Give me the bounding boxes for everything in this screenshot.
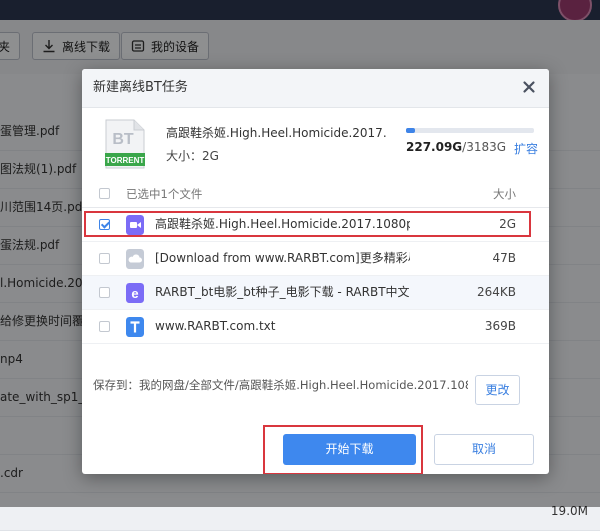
start-button-highlight	[263, 425, 423, 474]
new-bt-task-dialog: 新建离线BT任务 BT TORRENT 高跟鞋杀姬.High.Heel.Homi…	[82, 69, 549, 474]
file-size: 264KB	[476, 285, 516, 299]
file-checkbox[interactable]	[99, 321, 110, 332]
file-list-header: 已选中1个文件 大小	[82, 181, 549, 208]
svg-text:BT: BT	[112, 131, 134, 148]
quota-total: /3183G	[462, 140, 507, 154]
dialog-title: 新建离线BT任务	[93, 80, 188, 95]
selected-file-highlight	[84, 211, 531, 237]
cloud-file-icon	[126, 249, 144, 269]
task-info: BT TORRENT 高跟鞋杀姬.High.Heel.Homicide.2017…	[82, 107, 549, 181]
task-name: 高跟鞋杀姬.High.Heel.Homicide.2017.1080...	[166, 126, 386, 140]
torrent-file-icon: BT TORRENT	[105, 119, 145, 169]
storage-quota-text: 227.09G/3183G	[406, 140, 506, 154]
storage-quota-bar	[406, 128, 534, 133]
svg-text:TORRENT: TORRENT	[106, 156, 145, 165]
task-size: 大小：2G	[166, 149, 219, 163]
change-path-button[interactable]: 更改	[475, 375, 520, 405]
text-file-icon	[126, 317, 144, 337]
file-row[interactable]: e RARBT_bt电影_bt种子_电影下载 - RARBT中文字幕电... 2…	[82, 276, 549, 310]
quota-used: 227.09G	[406, 140, 463, 154]
size-column-header: 大小	[493, 187, 516, 201]
cancel-button[interactable]: 取消	[434, 434, 534, 465]
file-row[interactable]: www.RARBT.com.txt 369B	[82, 310, 549, 344]
close-icon[interactable]	[521, 79, 537, 95]
browser-link-icon: e	[126, 283, 144, 303]
dialog-header: 新建离线BT任务	[82, 69, 549, 108]
file-name: [Download from www.RARBT.com]更多精彩尽在w...	[155, 251, 410, 265]
file-name: www.RARBT.com.txt	[155, 319, 276, 333]
expand-storage-link[interactable]: 扩容	[514, 140, 538, 157]
svg-text:e: e	[131, 286, 138, 301]
select-all-checkbox[interactable]	[99, 188, 110, 199]
file-checkbox[interactable]	[99, 253, 110, 264]
save-path-text: 保存到：我的网盘/全部文件/高跟鞋杀姬.High.Heel.Homicide.2…	[93, 378, 468, 392]
file-size: 47B	[492, 251, 516, 265]
storage-quota-fill	[406, 128, 416, 133]
file-name: RARBT_bt电影_bt种子_电影下载 - RARBT中文字幕电...	[155, 285, 410, 299]
selected-count-text: 已选中1个文件	[126, 187, 203, 201]
file-size: 369B	[484, 319, 516, 333]
file-row[interactable]: [Download from www.RARBT.com]更多精彩尽在w... …	[82, 242, 549, 276]
file-checkbox[interactable]	[99, 287, 110, 298]
